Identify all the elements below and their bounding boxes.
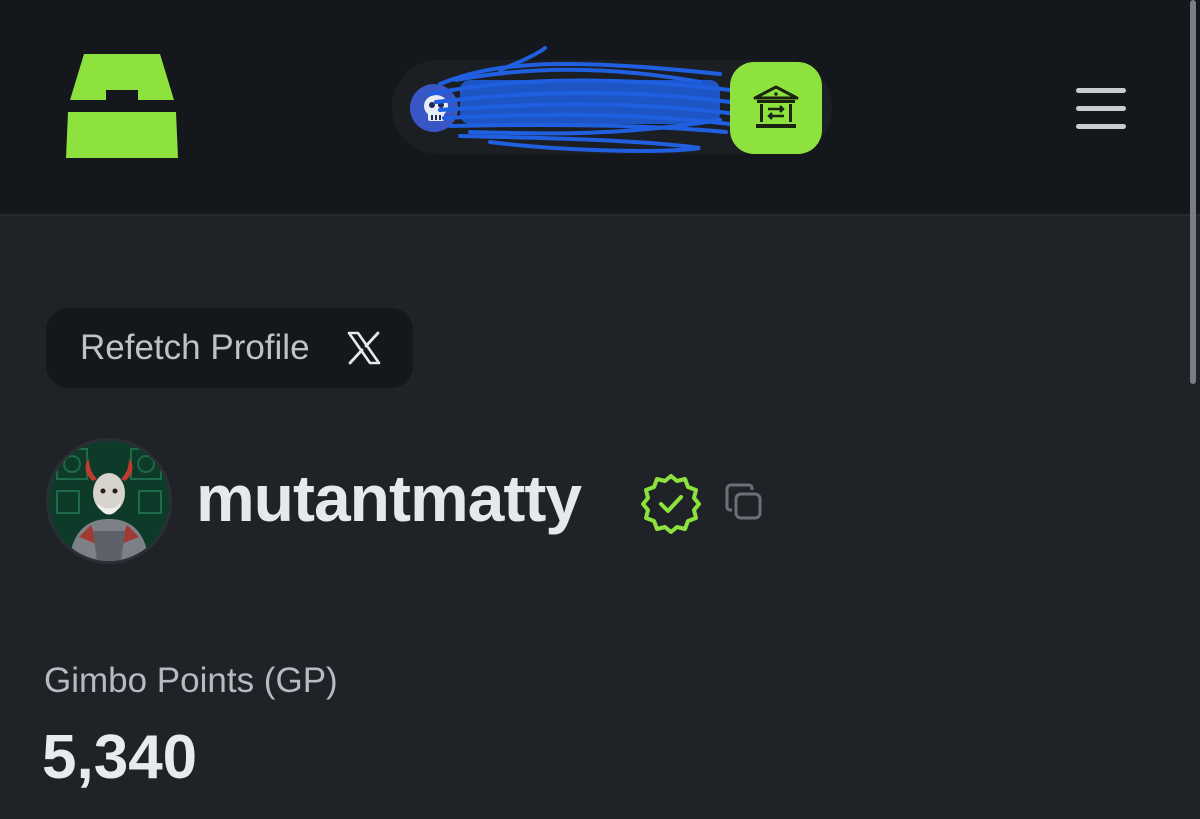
copy-icon[interactable] [724,482,764,522]
scrollbar-thumb[interactable] [1190,0,1196,384]
gimbo-points-value: 5,340 [42,723,198,792]
profile-avatar [46,438,172,564]
scrollbar[interactable] [1186,0,1200,819]
x-logo-icon [347,331,381,365]
wallet-avatar [410,84,458,132]
wallet-address [474,90,724,124]
bank-transfer-button[interactable] [730,62,822,154]
refetch-profile-label: Refetch Profile [80,328,310,367]
demon-knight-avatar-icon [49,441,169,561]
profile-username: mutantmatty [196,461,582,535]
skull-avatar-icon [410,84,458,132]
hamburger-menu-button[interactable] [1072,86,1132,132]
refetch-profile-button[interactable]: Refetch Profile [46,308,413,388]
gimbo-points-label: Gimbo Points (GP) [44,661,338,700]
page: Refetch Profile mutantmatty Gimbo Points… [0,0,1200,819]
verified-badge-icon [641,474,701,534]
bank-transfer-icon [753,85,799,128]
app-logo-icon[interactable] [66,54,178,162]
top-navigation-bar [0,0,1200,216]
